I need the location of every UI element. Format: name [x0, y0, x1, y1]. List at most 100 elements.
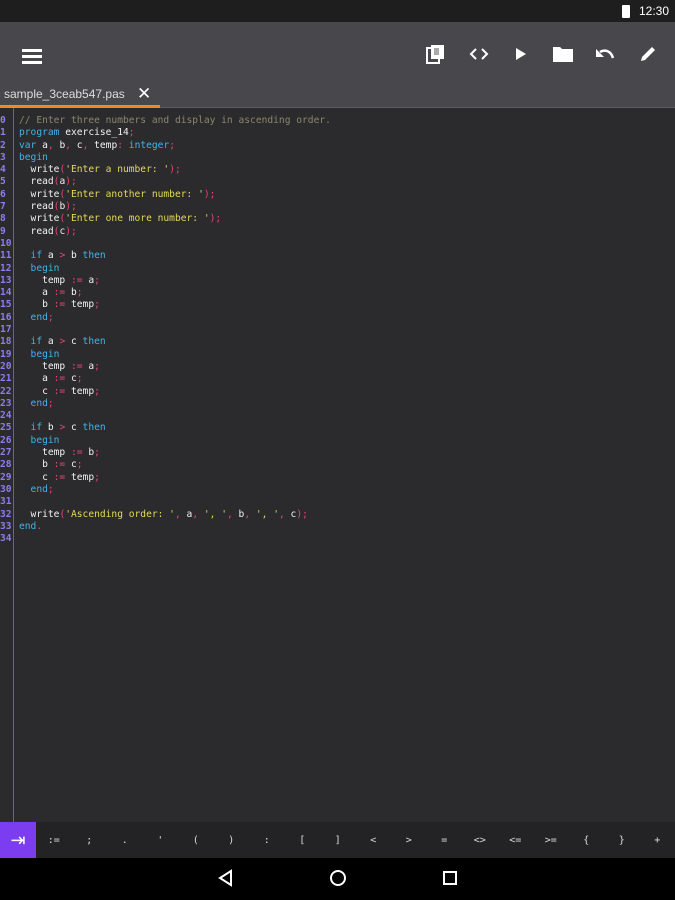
code-token: ;: [76, 287, 83, 299]
code-token: ;: [169, 139, 176, 151]
run-icon[interactable]: [509, 42, 533, 66]
code-token: );: [296, 508, 308, 520]
code-token: ;: [94, 299, 100, 311]
code-token: :=: [53, 299, 66, 311]
code-token: then: [82, 250, 106, 262]
code-token: b: [53, 139, 66, 151]
code-token: write: [19, 164, 60, 176]
code-token: ;: [94, 360, 100, 372]
code-token: b: [19, 299, 54, 311]
code-token: read: [19, 176, 54, 188]
folder-icon[interactable]: [551, 42, 575, 66]
code-token: exercise_14: [59, 127, 129, 139]
symbol-key[interactable]: }: [604, 822, 640, 858]
tab-file[interactable]: sample_3ceab547.pas ✕: [0, 84, 160, 108]
symbol-key[interactable]: <=: [498, 822, 534, 858]
toolbar: [0, 22, 675, 85]
code-token: write: [19, 188, 60, 200]
code-token: ;: [94, 274, 100, 286]
symbol-key[interactable]: >=: [533, 822, 569, 858]
code-token: );: [65, 201, 77, 213]
line-number: 33: [0, 520, 12, 532]
undo-icon[interactable]: [593, 42, 617, 66]
code-token: 'Ascending order: ': [65, 508, 175, 520]
code-token: c: [65, 422, 83, 434]
code-token: c: [71, 139, 83, 151]
code-token: begin: [19, 151, 48, 163]
symbol-key[interactable]: {: [569, 822, 605, 858]
line-number: 8: [0, 213, 6, 225]
code-token: a: [82, 274, 95, 286]
code-token: read: [19, 201, 54, 213]
line-number: 16: [0, 311, 12, 323]
code-token: // Enter three numbers and display in as…: [19, 115, 331, 126]
line-number: 12: [0, 262, 12, 274]
code-token: temp: [19, 274, 71, 286]
copy-icon[interactable]: [424, 42, 448, 66]
home-icon[interactable]: [328, 868, 350, 890]
line-number: 17: [0, 324, 12, 336]
line-number: 11: [0, 250, 12, 262]
line-number: 14: [0, 287, 12, 299]
tab-key-button[interactable]: ⇥: [0, 822, 36, 858]
line-number: 10: [0, 237, 12, 249]
symbol-key[interactable]: =: [427, 822, 463, 858]
line-number: 30: [0, 483, 12, 495]
symbol-key[interactable]: :: [249, 822, 285, 858]
line-number: 25: [0, 422, 12, 434]
code-token: temp: [19, 360, 71, 372]
code-token: ;: [94, 471, 100, 483]
line-number: 27: [0, 447, 12, 459]
code-token: :=: [70, 274, 83, 286]
symbol-key[interactable]: ]: [320, 822, 356, 858]
code-token: c: [19, 471, 54, 483]
line-number: 29: [0, 471, 12, 483]
symbol-key[interactable]: :=: [36, 822, 72, 858]
code-token: a: [19, 287, 54, 299]
code-editor[interactable]: 0 // Enter three numbers and display in a…: [0, 108, 675, 822]
battery-icon: [622, 5, 630, 18]
code-token: write: [19, 213, 60, 225]
symbol-key[interactable]: (: [178, 822, 214, 858]
symbol-key[interactable]: <: [356, 822, 392, 858]
code-token: b: [65, 250, 83, 262]
close-icon[interactable]: ✕: [137, 84, 151, 104]
code-token: a: [36, 139, 48, 151]
symbol-key[interactable]: .: [107, 822, 143, 858]
code-token: a: [19, 373, 54, 385]
symbol-key[interactable]: ): [214, 822, 250, 858]
code-token: :=: [53, 459, 66, 471]
symbol-key[interactable]: +: [640, 822, 675, 858]
line-number: 4: [0, 164, 6, 176]
symbol-key[interactable]: ;: [72, 822, 108, 858]
symbol-key[interactable]: ': [143, 822, 179, 858]
line-number: 5: [0, 176, 6, 188]
code-token: );: [65, 225, 77, 237]
back-icon[interactable]: [216, 868, 238, 890]
code-icon[interactable]: [467, 42, 491, 66]
code-token: b: [65, 287, 77, 299]
menu-icon[interactable]: [22, 49, 42, 64]
code-token: if: [19, 422, 43, 434]
code-token: end: [19, 311, 48, 323]
edit-icon[interactable]: [636, 42, 660, 66]
code-token: temp: [19, 447, 71, 459]
code-token: begin: [19, 434, 60, 446]
symbol-key[interactable]: <>: [462, 822, 498, 858]
code-token: :=: [53, 373, 66, 385]
code-token: ;: [94, 447, 100, 459]
recents-icon[interactable]: [440, 868, 462, 890]
code-token: end: [19, 520, 37, 532]
code-token: ;: [94, 385, 100, 397]
line-number: 20: [0, 360, 12, 372]
line-number: 2: [0, 139, 6, 151]
line-number: 15: [0, 299, 12, 311]
symbol-key[interactable]: >: [391, 822, 427, 858]
code-token: a: [82, 360, 95, 372]
code-token: if: [19, 250, 43, 262]
code-token: ', ': [198, 508, 227, 520]
status-bar: 12:30: [0, 0, 675, 22]
symbol-key[interactable]: [: [285, 822, 321, 858]
line-number: 31: [0, 496, 12, 508]
line-number: 22: [0, 385, 12, 397]
